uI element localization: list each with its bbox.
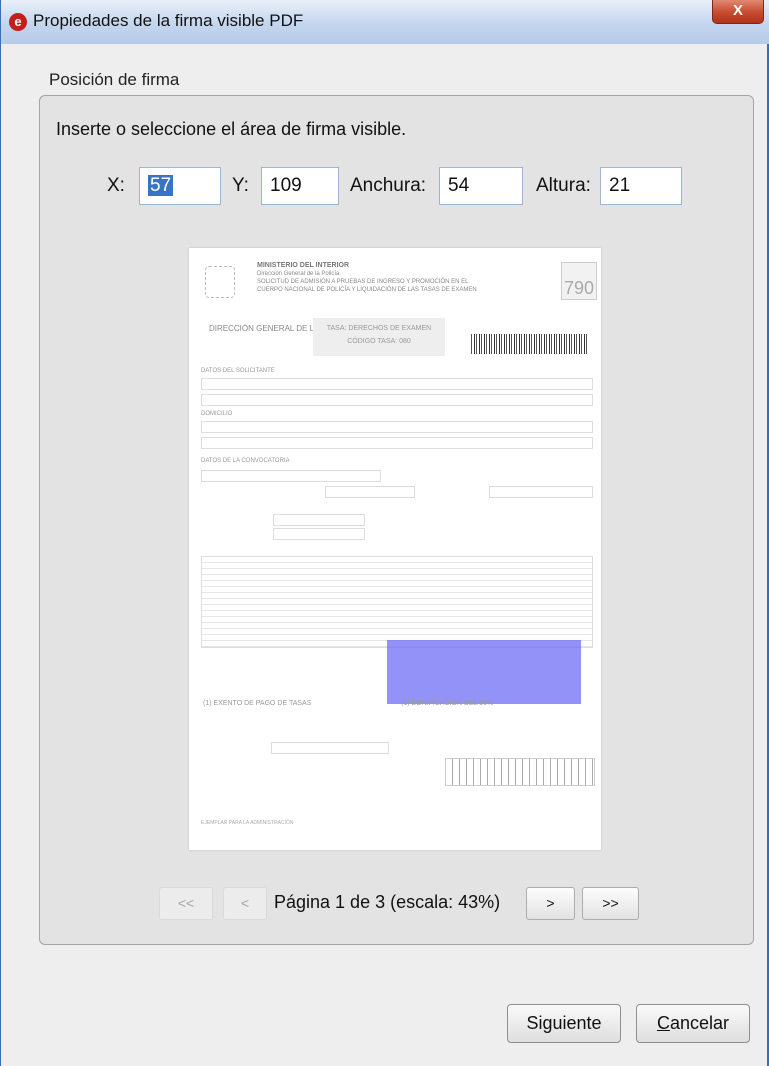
app-icon: e <box>9 13 27 31</box>
y-label: Y: <box>232 175 249 196</box>
doc-exempt-label: (1) EXENTO DE PAGO DE TASAS <box>203 700 312 707</box>
height-input[interactable]: 21 <box>600 167 682 205</box>
width-input[interactable]: 54 <box>439 167 523 205</box>
doc-section-applicant: DATOS DEL SOLICITANTE <box>201 368 275 374</box>
last-page-button[interactable]: >> <box>582 887 639 920</box>
document-tasa-box: TASA: DERECHOS DE EXAMEN CÓDIGO TASA: 08… <box>313 318 445 356</box>
dialog-window: e Propiedades de la firma visible PDF X … <box>0 0 769 1066</box>
doc-section-call: DATOS DE LA CONVOCATORIA <box>201 458 290 464</box>
cancel-mnemonic: C <box>656 1013 670 1033</box>
y-input[interactable]: 109 <box>261 167 339 205</box>
doc-form-line <box>201 421 593 433</box>
first-page-button[interactable]: << <box>159 887 213 920</box>
doc-footer: EJEMPLAR PARA LA ADMINISTRACIÓN <box>201 820 294 826</box>
doc-form-line <box>273 514 365 526</box>
title-bar: e Propiedades de la firma visible PDF X <box>1 0 769 44</box>
cancelar-button[interactable]: Cancelar <box>636 1004 750 1043</box>
x-input[interactable]: 57 <box>139 167 221 205</box>
doc-form-line <box>273 528 365 540</box>
doc-form-line <box>201 437 593 449</box>
document-ministry: MINISTERIO DEL INTERIOR <box>257 262 350 269</box>
window-title: Propiedades de la firma visible PDF <box>33 11 304 30</box>
next-page-button[interactable]: > <box>526 887 575 920</box>
doc-amount-line <box>271 742 389 754</box>
width-label: Anchura: <box>350 175 427 196</box>
page-indicator: Página 1 de 3 (escala: 43%) <box>274 892 501 912</box>
pdf-page-preview[interactable]: MINISTERIO DEL INTERIOR Dirección Genera… <box>189 248 601 850</box>
siguiente-button[interactable]: Siguiente <box>507 1004 621 1043</box>
doc-form-line <box>201 378 593 390</box>
instruction-text: Inserte o seleccione el área de firma vi… <box>56 119 407 139</box>
doc-section-address: DOMICILIO <box>201 411 233 417</box>
cancel-label-rest: ancelar <box>669 1013 730 1033</box>
doc-text-block <box>201 556 593 648</box>
coat-of-arms-icon <box>205 266 235 298</box>
prev-page-button[interactable]: < <box>223 887 267 920</box>
barcode <box>471 334 589 354</box>
x-label: X: <box>107 175 125 196</box>
doc-form-line <box>325 486 415 498</box>
document-code: 790 <box>561 262 597 300</box>
height-label: Altura: <box>536 175 591 196</box>
close-button[interactable]: X <box>712 0 764 24</box>
document-header: MINISTERIO DEL INTERIOR Dirección Genera… <box>257 262 477 293</box>
doc-form-line <box>201 394 593 406</box>
doc-ruler <box>445 758 595 786</box>
doc-form-line <box>201 470 381 482</box>
document-tasa-code: CÓDIGO TASA: 080 <box>347 338 411 345</box>
group-legend: Posición de firma <box>49 70 180 89</box>
x-input-value: 57 <box>148 175 174 196</box>
document-tasa: TASA: DERECHOS DE EXAMEN <box>326 325 432 332</box>
doc-bonus-label: (1) BONIFICACIÓN DEL 50% <box>401 700 494 707</box>
visible-signature-area[interactable] <box>387 640 581 704</box>
doc-form-line <box>489 486 593 498</box>
